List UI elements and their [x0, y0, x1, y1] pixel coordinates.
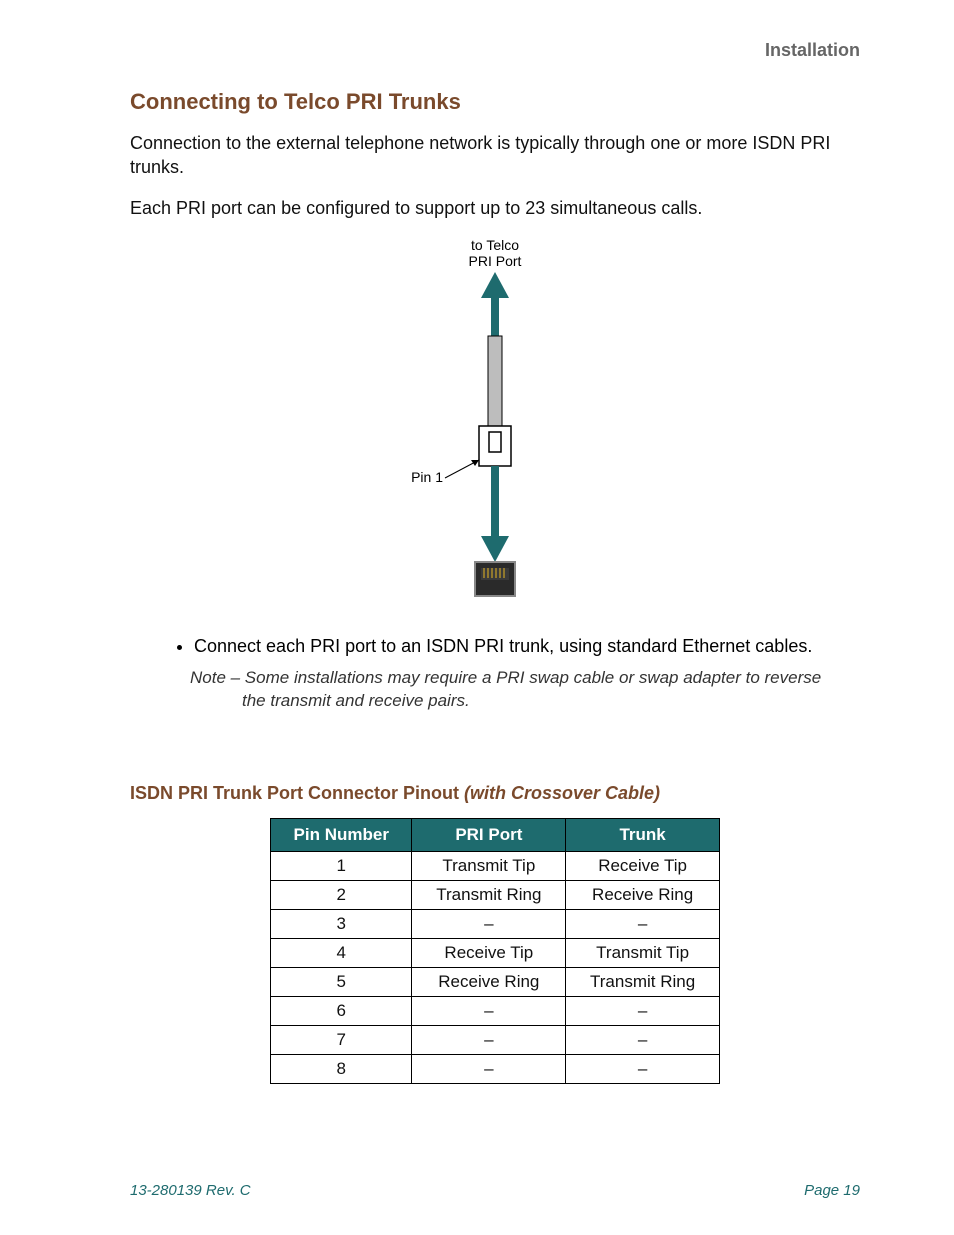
diagram-label-top2: PRI Port	[469, 253, 522, 269]
cell-pri: –	[412, 1054, 566, 1083]
subheading-pinout: ISDN PRI Trunk Port Connector Pinout (wi…	[130, 783, 860, 804]
page-header-section: Installation	[130, 40, 860, 61]
th-trunk: Trunk	[566, 818, 720, 851]
footer-docid: 13-280139 Rev. C	[130, 1182, 251, 1199]
cell-pin: 3	[271, 909, 412, 938]
page-content: Installation Connecting to Telco PRI Tru…	[130, 40, 860, 1084]
cell-trunk: –	[566, 909, 720, 938]
section-title: Connecting to Telco PRI Trunks	[130, 89, 860, 115]
cell-pin: 5	[271, 967, 412, 996]
table-header-row: Pin Number PRI Port Trunk	[271, 818, 720, 851]
cell-trunk: –	[566, 1025, 720, 1054]
pinout-table-wrap: Pin Number PRI Port Trunk 1 Transmit Tip…	[130, 818, 860, 1084]
cell-pri: –	[412, 996, 566, 1025]
cell-pri: Receive Tip	[412, 938, 566, 967]
cell-pri: Transmit Tip	[412, 851, 566, 880]
cell-trunk: Transmit Tip	[566, 938, 720, 967]
table-row: 1 Transmit Tip Receive Tip	[271, 851, 720, 880]
cell-trunk: –	[566, 1054, 720, 1083]
diagram-pin1-label: Pin 1	[411, 469, 443, 485]
cell-pin: 6	[271, 996, 412, 1025]
cell-pin: 1	[271, 851, 412, 880]
table-row: 3 – –	[271, 909, 720, 938]
cell-pin: 7	[271, 1025, 412, 1054]
th-pri: PRI Port	[412, 818, 566, 851]
th-pin: Pin Number	[271, 818, 412, 851]
cell-pin: 8	[271, 1054, 412, 1083]
table-row: 4 Receive Tip Transmit Tip	[271, 938, 720, 967]
paragraph-1: Connection to the external telephone net…	[130, 131, 860, 180]
bullet-list: Connect each PRI port to an ISDN PRI tru…	[130, 636, 860, 657]
cell-pri: –	[412, 909, 566, 938]
table-row: 5 Receive Ring Transmit Ring	[271, 967, 720, 996]
footer-pagenum: Page 19	[804, 1182, 860, 1199]
cell-pin: 2	[271, 880, 412, 909]
cell-pri: Receive Ring	[412, 967, 566, 996]
table-row: 8 – –	[271, 1054, 720, 1083]
table-row: 2 Transmit Ring Receive Ring	[271, 880, 720, 909]
pinout-table: Pin Number PRI Port Trunk 1 Transmit Tip…	[270, 818, 720, 1084]
bullet-item: Connect each PRI port to an ISDN PRI tru…	[194, 636, 860, 657]
cell-trunk: Transmit Ring	[566, 967, 720, 996]
cell-pri: –	[412, 1025, 566, 1054]
page-footer: 13-280139 Rev. C Page 19	[130, 1182, 860, 1199]
cell-trunk: Receive Tip	[566, 851, 720, 880]
cell-pri: Transmit Ring	[412, 880, 566, 909]
subheading-plain: ISDN PRI Trunk Port Connector Pinout	[130, 783, 464, 803]
cell-pin: 4	[271, 938, 412, 967]
diagram-label-top1: to Telco	[471, 237, 519, 253]
table-row: 7 – –	[271, 1025, 720, 1054]
diagram-pri-cable: to Telco PRI Port Pin 1	[130, 236, 860, 606]
paragraph-2: Each PRI port can be configured to suppo…	[130, 196, 860, 220]
note-text: Note – Some installations may require a …	[190, 667, 830, 713]
cell-trunk: –	[566, 996, 720, 1025]
cell-trunk: Receive Ring	[566, 880, 720, 909]
table-row: 6 – –	[271, 996, 720, 1025]
pri-cable-svg: to Telco PRI Port Pin 1	[385, 236, 605, 606]
subheading-italic: (with Crossover Cable)	[464, 783, 660, 803]
